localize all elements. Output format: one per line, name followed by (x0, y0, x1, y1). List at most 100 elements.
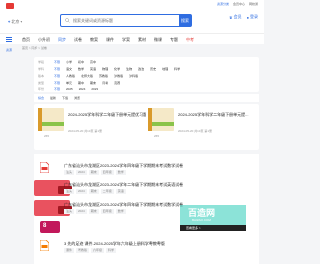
card-stat: 265 (44, 134, 50, 138)
sort-option[interactable]: 浏览 (74, 96, 80, 100)
item-tags: 汕头 2024 期末 二年级 英语 (64, 189, 126, 194)
filter-option[interactable]: 初中 (78, 60, 84, 64)
filter-option[interactable]: 物理 (102, 67, 108, 71)
filter-option[interactable]: 科学 (174, 67, 180, 71)
item-title[interactable]: 广东省汕头市龙湖区2023-2024学年四年级下学期期末考试数学试卷 (64, 163, 183, 169)
tag[interactable]: 2024 (76, 170, 87, 175)
tag[interactable]: 汕头 (64, 170, 75, 175)
resource-card[interactable]: 2024-2025学年科学二年级下册单元提... 2024-05-20 共10页… (148, 108, 256, 146)
ppt-file-icon (40, 240, 49, 251)
tag[interactable]: 期末 (88, 170, 99, 175)
filter-label: 类型 (38, 81, 45, 85)
tag[interactable]: 汕头 (64, 209, 75, 214)
nav-item-weike[interactable]: 微课 (154, 37, 162, 43)
tag[interactable]: 期末 (88, 189, 99, 194)
filter-option[interactable]: 月考 (102, 81, 108, 85)
filter-option[interactable]: 化学 (114, 67, 120, 71)
resource-card[interactable]: 2024-2025学年科学二年级下册单元提优习题... 2024-05-20 共… (38, 108, 146, 146)
tag[interactable]: 英语 (115, 189, 126, 194)
filter-option[interactable]: 数学 (78, 67, 84, 71)
book-cover-thumbnail (148, 108, 174, 131)
filter-option[interactable]: 2025 (66, 87, 73, 91)
tag[interactable]: 科学 (106, 248, 117, 253)
nav-item-tongbu[interactable]: 同步 (58, 37, 66, 43)
filter-option[interactable]: 不限 (54, 81, 60, 85)
tag[interactable]: 六年级 (91, 248, 105, 253)
filter-option[interactable]: 沪科版 (129, 74, 138, 78)
filter-option[interactable]: 历史 (150, 67, 156, 71)
top-link-1[interactable]: 资源分类 (217, 2, 229, 6)
nav-item-zhuanti[interactable]: 专题 (170, 37, 178, 43)
tag[interactable]: 二年级 (100, 189, 114, 194)
card-title[interactable]: 2024-2025学年科学二年级下册单元提优习题... (68, 112, 146, 118)
tag[interactable]: 数学 (115, 209, 126, 214)
filter-option[interactable]: 不限 (54, 87, 60, 91)
filter-option[interactable]: 沪教版 (114, 74, 123, 78)
filter-option[interactable]: 高中 (90, 60, 96, 64)
filter-option[interactable]: 不限 (54, 60, 60, 64)
site-logo[interactable] (6, 3, 14, 9)
nav-item-home[interactable]: 首页 (22, 37, 30, 43)
user-icon: ● (246, 14, 249, 20)
item-title[interactable]: 广东省汕头市龙湖区2023-2024学年二年级下学期期末考试英语试卷 (64, 182, 183, 188)
top-link-2[interactable]: 会员中心 (233, 2, 245, 6)
filter-option[interactable]: 期末 (90, 81, 96, 85)
filter-option[interactable]: 2023 (91, 87, 98, 91)
promo-badge[interactable]: 8 (40, 221, 60, 233)
location-selector[interactable]: ⌖ 北京 ▾ (8, 19, 22, 25)
watermark-bar-label: 查看更多 > (186, 226, 201, 230)
book-band (152, 122, 174, 126)
filter-option[interactable]: 单元 (66, 81, 72, 85)
filter-option[interactable]: 2024 (79, 87, 86, 91)
filter-option[interactable]: 语文 (66, 67, 72, 71)
search-input[interactable] (73, 15, 169, 26)
tag[interactable]: 汕头 (64, 189, 75, 194)
tag[interactable]: 四年级 (100, 170, 114, 175)
nav-item-kejian[interactable]: 课件 (106, 37, 114, 43)
sort-option[interactable]: 综合 (38, 96, 44, 100)
filter-option[interactable]: 生物 (126, 67, 132, 71)
nav-item-xuean[interactable]: 学案 (122, 37, 130, 43)
filter-option[interactable]: 小学 (66, 60, 72, 64)
nav-item-sucai[interactable]: 素材 (138, 37, 146, 43)
filter-row-nianfen: 年份 不限 2025 2024 2023 (38, 86, 98, 92)
filter-option[interactable]: 不限 (54, 67, 60, 71)
nav-item-zhongkao[interactable]: 中考 (186, 37, 194, 43)
tag[interactable]: 2024 (76, 189, 87, 194)
filter-option[interactable]: 英语 (90, 67, 96, 71)
vip-button[interactable]: ♛ 会员 (229, 14, 242, 20)
tag[interactable]: 课件 (64, 248, 75, 253)
filter-option[interactable]: 不限 (54, 74, 60, 78)
sort-option[interactable]: 下载 (62, 96, 68, 100)
filter-label: 学段 (38, 60, 45, 64)
item-tags: 汕头 2024 期末 四年级 数学 (64, 209, 126, 214)
card-meta: 2024-05-20 共10页 第1册 (68, 129, 103, 133)
item-title[interactable]: 广东省汕头市龙湖区2023-2024学年四年级下学期期末考试数学试卷 (64, 202, 183, 208)
sort-option[interactable]: 最新 (50, 96, 56, 100)
sidebar-title[interactable]: 资源 (6, 48, 12, 52)
tag[interactable]: 数学 (115, 170, 126, 175)
card-title[interactable]: 2024-2025学年科学二年级下册单元提... (178, 112, 256, 118)
tag[interactable]: 期末 (88, 209, 99, 214)
filter-option[interactable]: 政治 (138, 67, 144, 71)
filter-option[interactable]: 期中 (78, 81, 84, 85)
filter-option[interactable]: 苏教版 (99, 74, 108, 78)
nav-item-xiaoshengchu[interactable]: 小升初 (38, 37, 50, 43)
top-link-3[interactable]: 网校通 (249, 2, 258, 6)
nav-item-shijuan[interactable]: 试卷 (74, 37, 82, 43)
filter-option[interactable]: 竞赛 (114, 81, 120, 85)
breadcrumb-bar: 首页 > 同步 > 试卷 (0, 44, 264, 52)
item-title[interactable]: 3 先的足迹 课件-2024-2025学年六年级上册科学粤教粤版 (64, 241, 165, 247)
tag[interactable]: 粤教版 (76, 248, 90, 253)
watermark-bar[interactable]: 查看更多 > (180, 225, 246, 231)
filter-option[interactable]: 北师大版 (81, 74, 93, 78)
menu-icon[interactable] (6, 37, 12, 42)
sort-bar: 综合 最新 下载 浏览 (34, 94, 259, 102)
login-button[interactable]: ● 登录 (247, 14, 258, 20)
tag[interactable]: 四年级 (100, 209, 114, 214)
search-button[interactable]: 搜索 (179, 15, 191, 26)
nav-item-jiaoan[interactable]: 教案 (90, 37, 98, 43)
filter-option[interactable]: 地理 (162, 67, 168, 71)
filter-option[interactable]: 人教版 (66, 74, 75, 78)
tag[interactable]: 2024 (76, 209, 87, 214)
